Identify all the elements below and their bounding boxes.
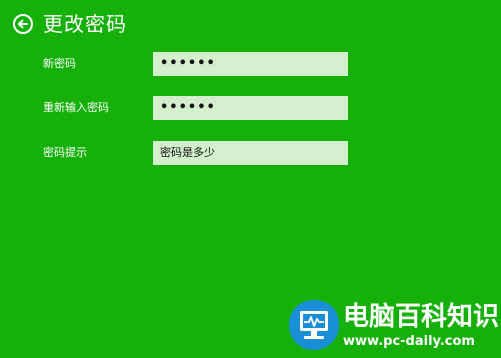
password-hint-label: 密码提示 (43, 146, 87, 159)
password-hint-field[interactable]: 密码是多少 (153, 141, 348, 165)
watermark-url: www.pc-daily.com (343, 334, 475, 349)
watermark: 电脑百科知识 www.pc-daily.com (287, 298, 501, 358)
header: 更改密码 (13, 9, 127, 39)
page-title: 更改密码 (43, 12, 127, 36)
back-button[interactable] (13, 14, 33, 34)
confirm-password-label: 重新输入密码 (43, 101, 109, 114)
watermark-title: 电脑百科知识 (343, 302, 500, 332)
arrow-left-circle-icon (17, 18, 29, 30)
monitor-pulse-icon (287, 298, 341, 352)
confirm-password-field[interactable]: •••••• (153, 96, 348, 120)
new-password-field[interactable]: •••••• (153, 52, 348, 76)
new-password-label: 新密码 (43, 57, 76, 70)
